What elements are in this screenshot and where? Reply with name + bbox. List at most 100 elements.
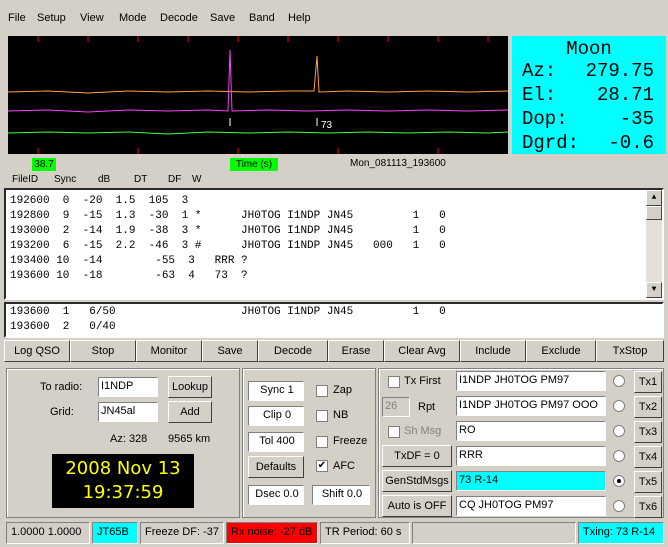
tx4-radio[interactable]	[613, 450, 625, 462]
decoded-line: 192600 0 -20 1.5 105 3	[10, 195, 189, 207]
tx5-button[interactable]: Tx5	[634, 471, 662, 493]
moon-dop-label: Dop:	[522, 108, 568, 130]
status-freeze-df: Freeze DF: -37	[140, 522, 224, 544]
scroll-up-icon[interactable]: ▲	[646, 190, 662, 206]
clear-avg-button[interactable]: Clear Avg	[384, 340, 460, 362]
col-w: W	[192, 174, 202, 185]
tx2-radio[interactable]	[613, 400, 625, 412]
tx3-button[interactable]: Tx3	[634, 421, 662, 443]
zap-checkbox[interactable]	[316, 385, 328, 397]
gen-std-msgs-button[interactable]: GenStdMsgs	[382, 470, 452, 492]
menu-setup[interactable]: Setup	[37, 12, 66, 24]
trace-green	[8, 131, 508, 135]
moon-dop-value: -35	[619, 108, 654, 130]
freq-readout: 38.7	[32, 158, 56, 171]
menu-save[interactable]: Save	[210, 12, 235, 24]
clock-display: 2008 Nov 13 19:37:59	[52, 454, 194, 508]
save-button[interactable]: Save	[202, 340, 258, 362]
monitor-button[interactable]: Monitor	[136, 340, 202, 362]
rpt-input[interactable]: 26	[382, 397, 410, 417]
clock-date: 2008 Nov 13	[65, 458, 181, 479]
freeze-label: Freeze	[333, 435, 368, 447]
log-qso-button[interactable]: Log QSO	[4, 340, 70, 362]
tx6-message[interactable]: CQ JH0TOG PM97	[456, 496, 606, 516]
col-db: dB	[98, 174, 111, 185]
clip-spinner[interactable]: Clip 0	[248, 406, 304, 426]
erase-button[interactable]: Erase	[328, 340, 384, 362]
tx5-radio[interactable]	[613, 475, 625, 487]
spectrum-display[interactable]: 73	[8, 36, 508, 154]
status-txing: Txing: 73 R-14	[578, 522, 664, 544]
tx1-radio[interactable]	[613, 375, 625, 387]
tx1-button[interactable]: Tx1	[634, 371, 662, 393]
txstop-button[interactable]: TxStop	[596, 340, 664, 362]
scroll-thumb[interactable]	[646, 206, 662, 220]
stop-button[interactable]: Stop	[70, 340, 136, 362]
afc-label: AFC	[333, 460, 355, 472]
tx3-radio[interactable]	[613, 425, 625, 437]
grid-input[interactable]: JN45al	[98, 402, 158, 422]
menu-band[interactable]: Band	[249, 12, 275, 24]
nb-label: NB	[333, 409, 349, 421]
tx3-message[interactable]: RO	[456, 421, 606, 441]
moon-panel: Moon Az: 279.75 El: 28.71 Dop: -35 Dgrd: -0.…	[512, 36, 666, 154]
menu-bar: File Setup View Mode Decode Save Band He…	[0, 0, 668, 36]
auto-button[interactable]: Auto is OFF	[382, 495, 452, 517]
marker-label: 73	[321, 120, 333, 131]
tx-first-label: Tx First	[404, 375, 441, 387]
decoded-scrollbar[interactable]: ▲ ▼	[646, 190, 662, 298]
time-label: Time (s)	[230, 158, 278, 171]
tx1-message[interactable]: I1NDP JH0TOG PM97	[456, 371, 606, 391]
decoded-line: 193600 10 -18 -63 4 73 ?	[10, 270, 248, 282]
col-sync: Sync	[54, 174, 77, 185]
nb-checkbox[interactable]	[316, 410, 328, 422]
dsec-spinner[interactable]: Dsec 0.0	[248, 485, 304, 505]
decoded-line: 193400 10 -14 -55 3 RRR ?	[10, 255, 248, 267]
tx6-button[interactable]: Tx6	[634, 496, 662, 518]
exclude-button[interactable]: Exclude	[526, 340, 596, 362]
azimuth-readout: Az: 328	[110, 433, 148, 445]
defaults-button[interactable]: Defaults	[248, 456, 304, 478]
file-label: Mon_081113_193600	[350, 158, 446, 169]
status-ratio: 1.0000 1.0000	[6, 522, 90, 544]
menu-file[interactable]: File	[8, 12, 26, 24]
status-blank	[412, 522, 576, 544]
shift-spinner[interactable]: Shift 0.0	[312, 485, 370, 505]
moon-dgrd-value: -0.6	[608, 132, 654, 154]
include-button[interactable]: Include	[460, 340, 526, 362]
sync-spinner[interactable]: Sync 1	[248, 381, 304, 401]
col-dt: DT	[134, 174, 148, 185]
afc-checkbox[interactable]: ✔	[316, 460, 328, 472]
col-fileid: FileID	[12, 174, 39, 185]
to-radio-input[interactable]: I1NDP	[98, 377, 158, 397]
averaged-line: 193600 2 0/40	[10, 321, 116, 333]
tol-spinner[interactable]: Tol 400	[248, 432, 304, 452]
tx4-button[interactable]: Tx4	[634, 446, 662, 468]
txdf-button[interactable]: TxDF = 0	[382, 445, 452, 467]
tx4-message[interactable]: RRR	[456, 446, 606, 466]
trace-orange	[8, 55, 508, 94]
freeze-checkbox[interactable]	[316, 436, 328, 448]
menu-help[interactable]: Help	[288, 12, 311, 24]
menu-decode[interactable]: Decode	[160, 12, 198, 24]
decode-button[interactable]: Decode	[258, 340, 328, 362]
averaged-text-box[interactable]: 193600 1 6/50 JH0TOG I1NDP JN45 1 0 1936…	[4, 302, 664, 338]
menu-mode[interactable]: Mode	[119, 12, 147, 24]
status-rx-noise: Rx noise: -27 dB	[226, 522, 318, 544]
sh-msg-checkbox[interactable]	[388, 426, 400, 438]
tx2-message[interactable]: I1NDP JH0TOG PM97 OOO	[456, 396, 606, 416]
tx5-message[interactable]: 73 R-14	[456, 471, 606, 491]
moon-az-label: Az:	[522, 60, 557, 82]
tx-first-checkbox[interactable]	[388, 376, 400, 388]
tx2-button[interactable]: Tx2	[634, 396, 662, 418]
zap-label: Zap	[333, 384, 352, 396]
moon-dgrd-label: Dgrd:	[522, 132, 580, 154]
menu-view[interactable]: View	[80, 12, 104, 24]
decoded-line: 193200 6 -15 2.2 -46 3 # JH0TOG I1NDP JN…	[10, 240, 446, 252]
scroll-down-icon[interactable]: ▼	[646, 282, 662, 298]
lookup-button[interactable]: Lookup	[168, 376, 212, 398]
decoded-text-box[interactable]: 192600 0 -20 1.5 105 3 192800 9 -15 1.3 …	[4, 188, 664, 300]
status-mode: JT65B	[92, 522, 138, 544]
tx6-radio[interactable]	[613, 500, 625, 512]
add-button[interactable]: Add	[168, 401, 212, 423]
